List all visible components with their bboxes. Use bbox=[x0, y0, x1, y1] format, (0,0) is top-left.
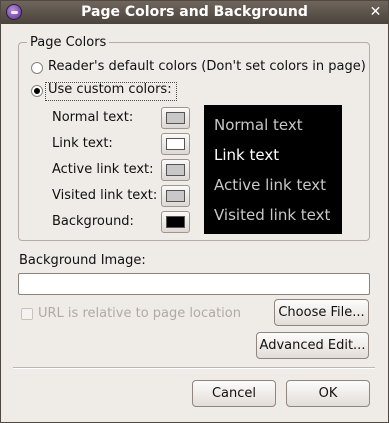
window-title: Page Colors and Background bbox=[81, 4, 308, 20]
preview-visited-link-text: Visited link text bbox=[214, 206, 331, 224]
ok-button[interactable]: OK bbox=[286, 380, 370, 407]
relative-url-checkbox[interactable] bbox=[21, 308, 33, 320]
default-colors-radio-label[interactable]: Reader's default colors (Don't set color… bbox=[48, 59, 366, 74]
title-bar[interactable]: Page Colors and Background ✕ bbox=[1, 1, 388, 24]
visited-link-text-color-button[interactable] bbox=[161, 185, 190, 207]
page-colors-group-label: Page Colors bbox=[27, 35, 110, 50]
link-text-swatch bbox=[166, 138, 185, 150]
link-text-label: Link text: bbox=[52, 136, 113, 151]
normal-text-swatch bbox=[166, 112, 185, 124]
choose-file-button[interactable]: Choose File... bbox=[274, 299, 369, 326]
background-color-button[interactable] bbox=[161, 211, 190, 233]
background-image-label: Background Image: bbox=[19, 253, 146, 268]
page-colors-dialog: Page Colors and Background ✕ Page Colors… bbox=[0, 0, 389, 423]
relative-url-checkbox-label: URL is relative to page location bbox=[38, 306, 241, 321]
preview-active-link-text: Active link text bbox=[214, 176, 327, 194]
active-link-text-label: Active link text: bbox=[52, 162, 154, 177]
active-link-text-color-button[interactable] bbox=[161, 159, 190, 181]
normal-text-label: Normal text: bbox=[52, 110, 134, 125]
footer-separator bbox=[13, 367, 375, 369]
active-link-text-swatch bbox=[166, 164, 185, 176]
advanced-edit-button[interactable]: Advanced Edit... bbox=[256, 332, 369, 359]
color-preview-panel: Normal text Link text Active link text V… bbox=[204, 105, 342, 234]
default-colors-radio[interactable] bbox=[31, 62, 43, 74]
visited-link-text-swatch bbox=[166, 190, 185, 202]
preview-normal-text: Normal text bbox=[214, 116, 303, 134]
close-icon[interactable]: ✕ bbox=[368, 5, 383, 20]
background-color-label: Background: bbox=[52, 214, 134, 229]
background-swatch bbox=[166, 216, 185, 228]
custom-colors-radio-label[interactable]: Use custom colors: bbox=[48, 82, 172, 97]
custom-colors-radio[interactable] bbox=[31, 85, 43, 97]
background-image-input[interactable] bbox=[18, 273, 370, 295]
normal-text-color-button[interactable] bbox=[161, 107, 190, 129]
cancel-button[interactable]: Cancel bbox=[192, 380, 276, 407]
link-text-color-button[interactable] bbox=[161, 133, 190, 155]
preview-link-text: Link text bbox=[214, 146, 280, 164]
visited-link-text-label: Visited link text: bbox=[52, 188, 158, 203]
